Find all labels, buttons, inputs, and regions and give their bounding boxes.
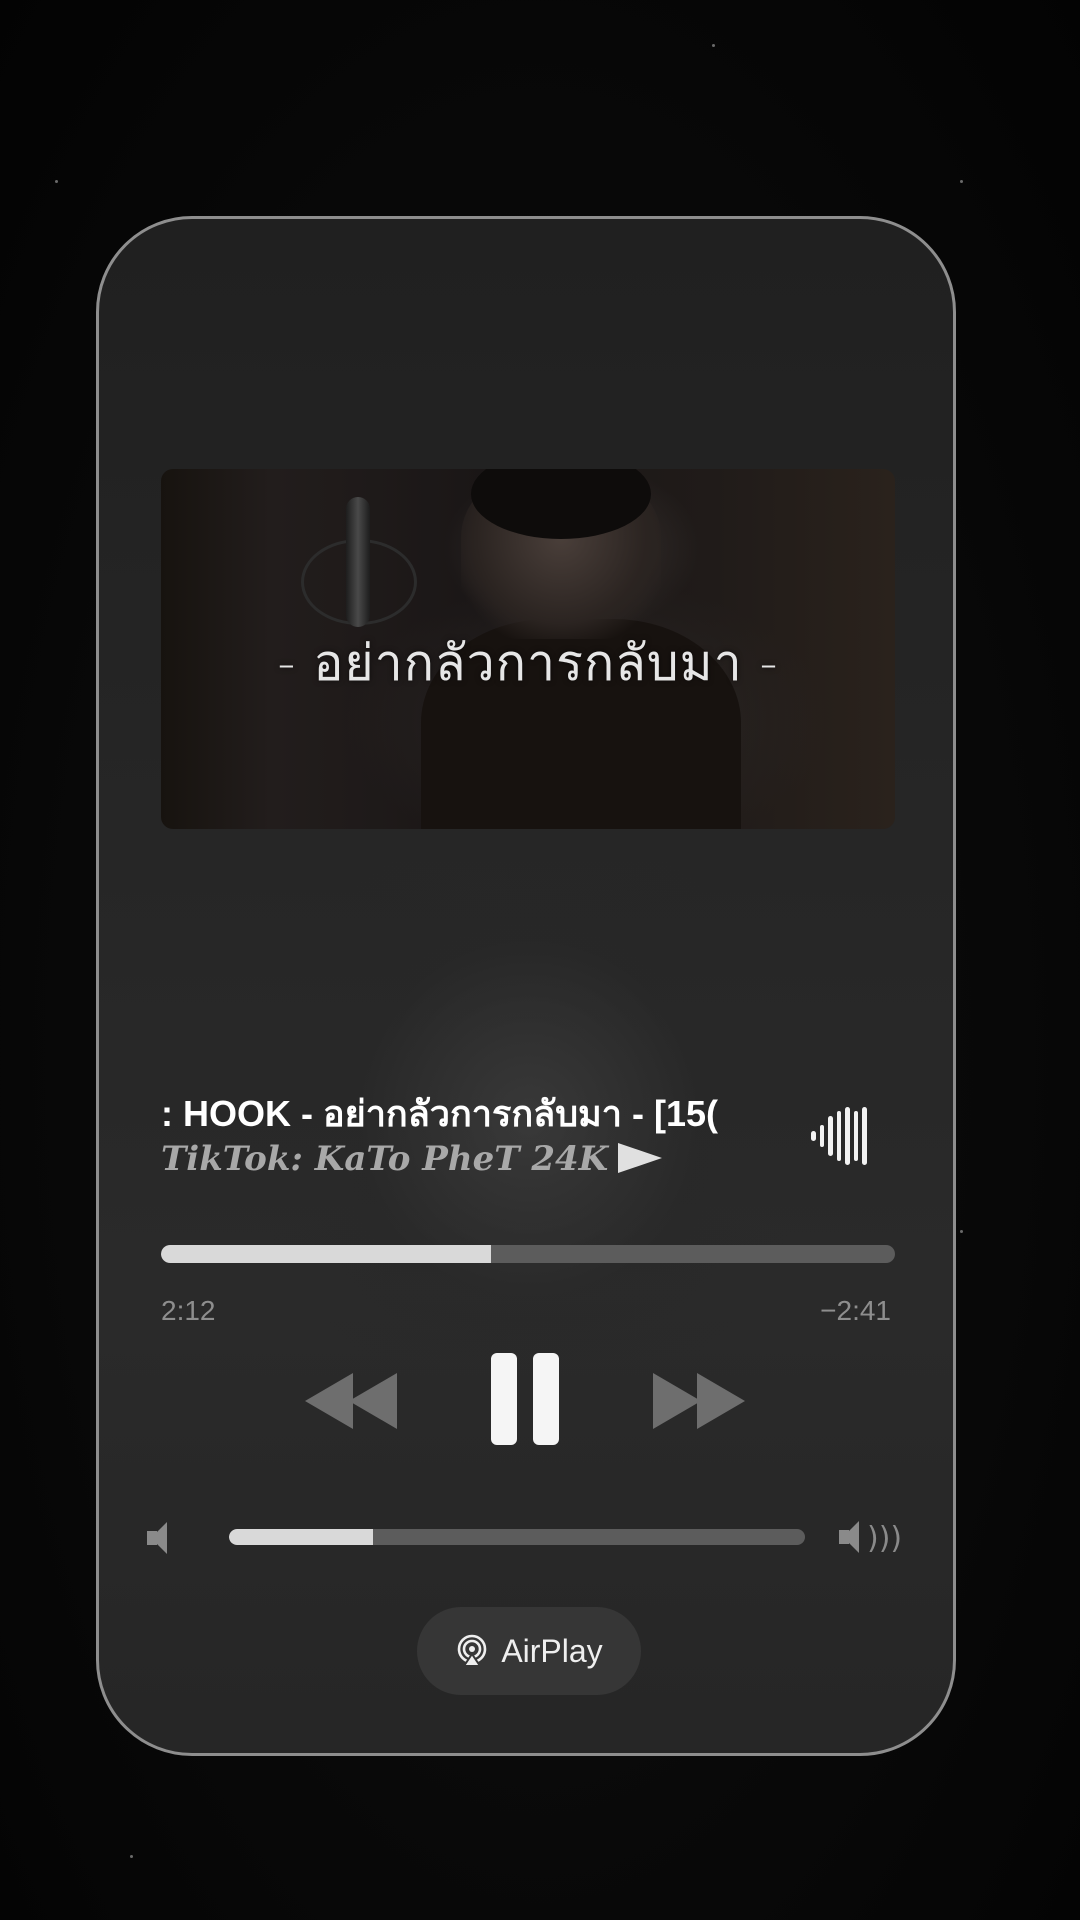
background: - อย่ากลัวการกลับมา - : HOOK - อย่ากลัวก… [0,0,1080,1920]
dust-particle [960,1230,963,1233]
track-title[interactable]: : HOOK - อย่ากลัวการกลับมา - [15( [161,1085,771,1142]
fast-forward-icon [653,1373,701,1429]
speaker-high-icon: ))) [839,1521,903,1561]
rewind-icon [349,1373,397,1429]
rewind-button[interactable] [305,1373,401,1429]
dust-particle [712,44,715,47]
pause-button[interactable] [491,1353,561,1445]
dust-particle [130,1855,133,1858]
flag-icon [618,1143,663,1173]
now-playing-card: - อย่ากลัวการกลับมา - : HOOK - อย่ากลัวก… [96,216,956,1756]
artist-name: TikTok: KaTo PheT 24K [161,1139,609,1179]
transport-controls [99,1353,953,1453]
waveform-icon[interactable] [811,1107,868,1165]
airplay-icon [458,1634,487,1667]
playback-scrubber[interactable] [161,1245,895,1263]
rewind-icon [305,1373,353,1429]
pause-icon [491,1353,517,1445]
volume-slider[interactable] [229,1529,805,1545]
artwork-overlay-text: - อย่ากลัวการกลับมา - [277,634,779,692]
playback-progress-fill [161,1245,492,1263]
album-artwork: - อย่ากลัวการกลับมา - [161,469,895,829]
track-artist[interactable]: TikTok: KaTo PheT 24K [161,1139,781,1179]
remaining-time: −2:41 [820,1295,891,1326]
dust-particle [55,180,58,183]
artwork-microphone [346,497,370,627]
volume-fill [229,1529,373,1545]
speaker-body [839,1521,859,1553]
fast-forward-button[interactable] [653,1373,749,1429]
airplay-button[interactable]: AirPlay [417,1607,641,1695]
dust-particle [960,180,963,183]
airplay-label: AirPlay [501,1632,603,1669]
speaker-low-icon [147,1522,167,1554]
pause-icon [533,1353,559,1445]
elapsed-time: 2:12 [161,1295,216,1326]
sound-waves: ))) [867,1521,903,1556]
fast-forward-icon [697,1373,745,1429]
